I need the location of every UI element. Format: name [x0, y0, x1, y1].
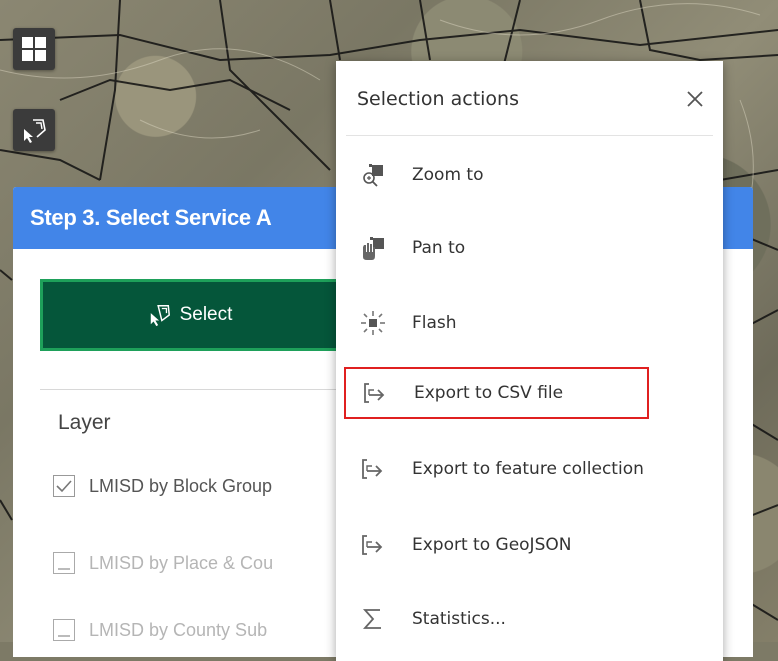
divider — [40, 389, 350, 390]
action-flash[interactable]: Flash — [344, 297, 714, 349]
close-button[interactable] — [681, 85, 709, 113]
layer-option[interactable]: LMISD by Block Group — [53, 469, 272, 503]
action-label: Export to CSV file — [414, 383, 564, 403]
popup-title: Selection actions — [357, 88, 519, 110]
action-export-geojson[interactable]: Export to GeoJSON — [344, 519, 714, 571]
layer-label: LMISD by County Sub — [89, 619, 268, 640]
layer-checkbox[interactable] — [53, 552, 75, 574]
layer-option[interactable]: LMISD by Place & Cou — [53, 546, 273, 580]
action-label: Statistics... — [412, 609, 506, 629]
flash-icon — [358, 308, 388, 338]
layer-label: LMISD by Block Group — [89, 475, 273, 496]
selection-actions-popup: Selection actions Zoom to Pan to Flash E… — [336, 61, 723, 661]
action-label: Pan to — [412, 238, 466, 258]
popup-divider — [346, 135, 713, 136]
select-features-icon — [150, 305, 170, 327]
action-label: Export to feature collection — [412, 459, 644, 479]
select-button-label: Select — [179, 304, 233, 325]
export-icon — [360, 378, 390, 408]
action-label: Flash — [412, 313, 457, 333]
check-icon — [56, 480, 72, 493]
layer-checkbox[interactable] — [53, 619, 75, 641]
pan-to-icon — [358, 233, 388, 263]
sigma-icon — [358, 604, 388, 634]
action-export-csv[interactable]: Export to CSV file — [344, 367, 649, 419]
widget-grid-button[interactable] — [13, 28, 55, 70]
select-tool-button[interactable] — [13, 109, 55, 151]
export-icon — [358, 530, 388, 560]
layer-checkbox[interactable] — [53, 475, 75, 497]
action-zoom-to[interactable]: Zoom to — [344, 149, 714, 201]
close-icon — [687, 91, 703, 107]
action-export-feature-collection[interactable]: Export to feature collection — [344, 443, 714, 495]
action-pan-to[interactable]: Pan to — [344, 222, 714, 274]
action-statistics[interactable]: Statistics... — [344, 593, 714, 645]
select-button[interactable]: Select — [40, 279, 340, 351]
zoom-to-icon — [358, 160, 388, 190]
layer-heading: Layer — [58, 411, 111, 434]
action-label: Zoom to — [412, 165, 484, 185]
action-label: Export to GeoJSON — [412, 535, 572, 555]
export-icon — [358, 454, 388, 484]
grid-icon — [22, 37, 46, 61]
select-features-icon — [24, 119, 46, 143]
layer-label: LMISD by Place & Cou — [89, 552, 274, 573]
